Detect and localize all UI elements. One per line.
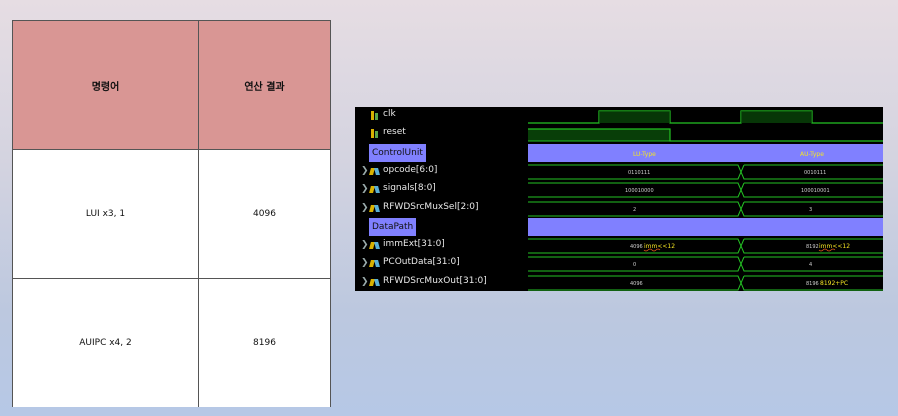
signal-row-rfwdout[interactable]: ❯ RFWDSrcMuxOut[31:0]: [355, 274, 527, 292]
bus-signal-icon: [370, 278, 379, 287]
table-row: AUIPC x4, 2 8196: [13, 279, 330, 407]
instruction-cell: LUI x3, 1: [13, 150, 199, 278]
result-cell: 8196: [253, 338, 276, 348]
immext-value-2: 8192: [806, 244, 819, 250]
rfwdsel-value-2: 3: [809, 207, 812, 213]
rfwdout-value-1: 4096: [630, 281, 643, 287]
opcode-value-2: 0010111: [804, 170, 826, 176]
header-result: 연산 결과: [244, 81, 285, 93]
signal-row-immext[interactable]: ❯ immExt[31:0]: [355, 237, 527, 255]
signal-label: reset: [383, 127, 406, 137]
bus-signal-icon: [370, 259, 379, 268]
immext-value-1: 4096: [630, 244, 643, 250]
bus-signal-icon: [370, 204, 379, 213]
bit-signal-icon: [370, 129, 379, 138]
signals-value-1: 100010000: [625, 188, 654, 194]
signal-label: signals[8:0]: [383, 183, 436, 193]
signal-row-signals[interactable]: ❯ signals[8:0]: [355, 181, 527, 199]
signal-label: opcode[6:0]: [383, 165, 438, 175]
control-lu-label: LU-Type: [633, 151, 656, 158]
table-header-row: 명령어 연산 결과: [13, 21, 330, 150]
rfwdout-value-2: 8196: [806, 281, 819, 287]
chevron-right-icon[interactable]: ❯: [361, 258, 369, 268]
chevron-right-icon[interactable]: ❯: [361, 184, 369, 194]
rfwdout-note-2: 8192+PC: [820, 280, 848, 287]
bus-signal-icon: [370, 167, 379, 176]
chevron-right-icon[interactable]: ❯: [361, 240, 369, 250]
immext-note-1: imm<<12: [644, 243, 675, 250]
chevron-right-icon[interactable]: ❯: [361, 277, 369, 287]
immext-note-2: imm<<12: [819, 243, 850, 250]
signal-label: immExt[31:0]: [383, 239, 445, 249]
pcout-value-1: 0: [633, 262, 636, 268]
header-instruction: 명령어: [13, 21, 199, 149]
signal-label: RFWDSrcMuxOut[31:0]: [383, 276, 487, 286]
bus-signal-icon: [370, 185, 379, 194]
signal-row-opcode[interactable]: ❯ opcode[6:0]: [355, 163, 527, 181]
signal-row-rfwdsel[interactable]: ❯ RFWDSrcMuxSel[2:0]: [355, 200, 527, 218]
signal-label: PCOutData[31:0]: [383, 257, 460, 267]
waveform-viewer: clk reset ControlUnit ❯ opcode[6:0] ❯ si…: [355, 107, 883, 291]
signal-row-pcout[interactable]: ❯ PCOutData[31:0]: [355, 255, 527, 273]
signal-row-reset[interactable]: reset: [355, 125, 527, 143]
waveform-svg: LU-Type AU-Type 0110111 0010111 10001000…: [528, 107, 883, 291]
result-cell: 4096: [253, 209, 276, 219]
control-au-label: AU-Type: [800, 151, 824, 158]
group-controlunit[interactable]: ControlUnit: [369, 144, 426, 162]
opcode-value-1: 0110111: [628, 170, 650, 176]
pcout-value-2: 4: [809, 262, 812, 268]
signal-name-panel: clk reset ControlUnit ❯ opcode[6:0] ❯ si…: [355, 107, 527, 291]
signal-label: RFWDSrcMuxSel[2:0]: [383, 202, 479, 212]
signal-label: clk: [383, 109, 396, 119]
bus-signal-icon: [370, 241, 379, 250]
chevron-right-icon[interactable]: ❯: [361, 166, 369, 176]
instruction-cell: AUIPC x4, 2: [13, 279, 199, 407]
rfwdsel-value-1: 2: [633, 207, 636, 213]
waveform-plot[interactable]: LU-Type AU-Type 0110111 0010111 10001000…: [528, 107, 883, 291]
chevron-right-icon[interactable]: ❯: [361, 203, 369, 213]
bit-signal-icon: [370, 111, 379, 120]
signal-row-clk[interactable]: clk: [355, 107, 527, 125]
instruction-result-table: 명령어 연산 결과 LUI x3, 1 4096 AUIPC x4, 2 819…: [12, 20, 331, 407]
signals-value-2: 100010001: [801, 188, 830, 194]
group-datapath[interactable]: DataPath: [369, 218, 417, 236]
table-row: LUI x3, 1 4096: [13, 150, 330, 279]
